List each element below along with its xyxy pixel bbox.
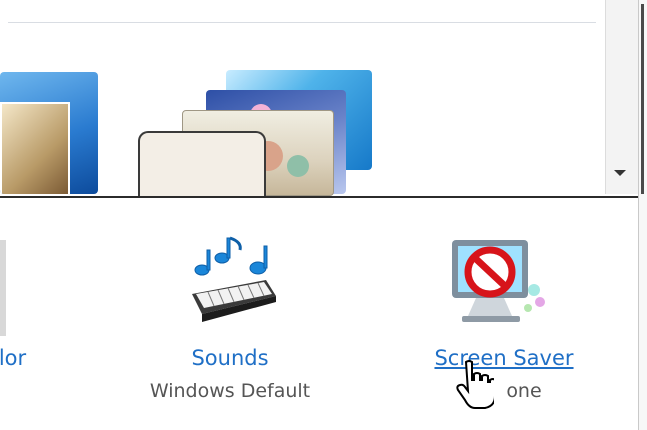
- thumbnail-image: [0, 102, 70, 194]
- theme-thumbnail-1[interactable]: [0, 72, 98, 194]
- window-right-edge: [638, 0, 647, 430]
- thumbnail-decoration: [287, 155, 309, 177]
- divider: [8, 22, 596, 23]
- window-left-edge: [0, 240, 6, 336]
- color-link[interactable]: olor: [0, 346, 46, 370]
- hand-cursor-icon: [456, 360, 494, 409]
- screen-saver-item[interactable]: Screen Saver one: [404, 346, 604, 402]
- scroll-down-arrow-icon[interactable]: [614, 170, 626, 176]
- themes-scrollbar[interactable]: [605, 0, 639, 194]
- no-screensaver-icon[interactable]: [446, 234, 550, 330]
- color-item[interactable]: olor: [0, 346, 46, 370]
- screen-saver-link[interactable]: Screen Saver: [404, 346, 604, 370]
- theme-thumbnail-selected[interactable]: [138, 131, 266, 196]
- screen-saver-value: one: [506, 380, 542, 402]
- themes-panel: [0, 0, 640, 198]
- sounds-item[interactable]: Sounds Windows Default: [130, 346, 330, 402]
- edge-border: [641, 4, 644, 194]
- sounds-value: Windows Default: [149, 380, 311, 402]
- music-keyboard-icon[interactable]: [186, 236, 278, 328]
- sounds-link[interactable]: Sounds: [130, 346, 330, 370]
